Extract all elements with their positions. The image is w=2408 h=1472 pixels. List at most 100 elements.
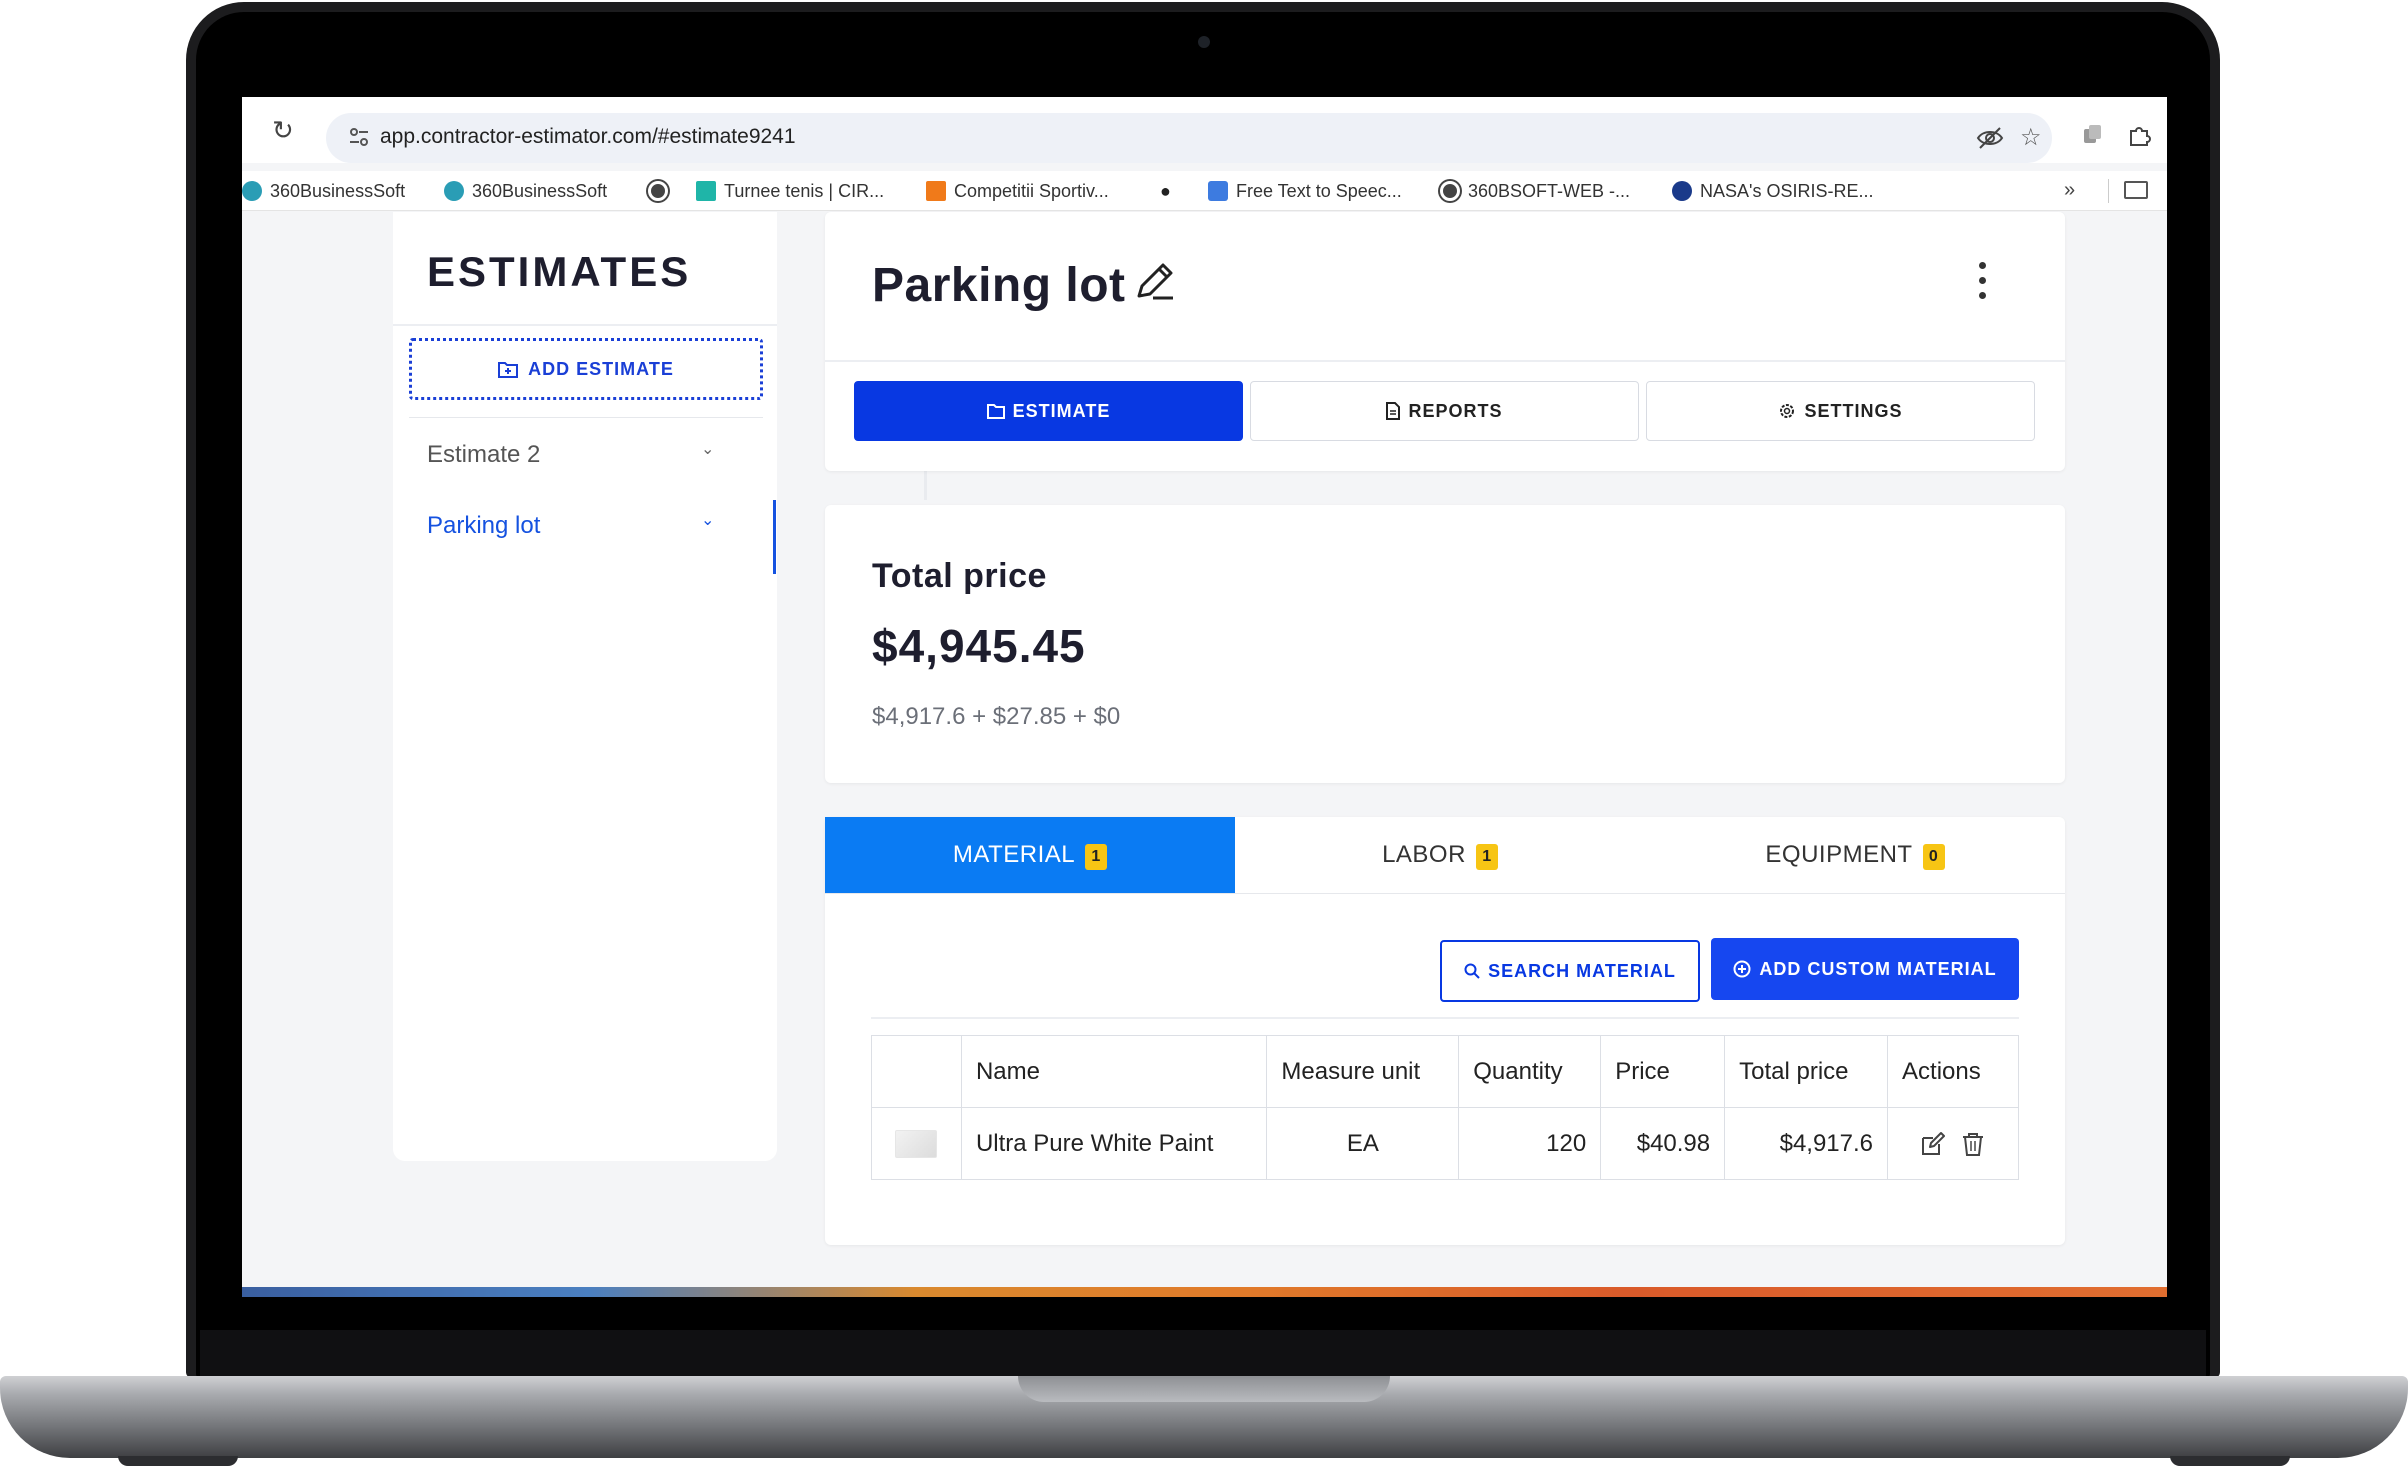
cost-items-card: MATERIAL 1 LABOR 1 EQUIPMENT 0 SEARCH MA… [825,817,2065,1245]
gear-icon [1780,404,1795,418]
bookmarks-divider [2108,179,2109,203]
tab-reports[interactable]: REPORTS [1250,381,1639,441]
tab-settings[interactable]: SETTINGS [1646,381,2035,441]
material-price: $40.98 [1600,1107,1726,1180]
url-text[interactable]: app.contractor-estimator.com/#estimate92… [380,125,796,149]
add-estimate-label: ADD ESTIMATE [528,358,674,379]
bookmark-item[interactable]: Turnee tenis | CIR... [696,179,884,203]
bookmark-star-icon[interactable]: ☆ [2020,125,2042,151]
column-header-measure-unit: Measure unit [1266,1035,1460,1108]
app-content: ESTIMATES ADD ESTIMATE Estimate 2 ⌄ Park… [242,212,2167,1287]
materials-table: Name Measure unit Quantity Price Total p… [871,1035,2019,1180]
total-price-breakdown: $4,917.6 + $27.85 + $0 [872,703,1121,730]
material-quantity: 120 [1458,1107,1602,1180]
bookmark-item[interactable]: Free Text to Speec... [1208,179,1402,203]
browser-toolbar: ↻ app.contractor-estimator.com/#estimate… [242,97,2167,163]
apple-icon: ● [1160,180,1171,201]
edit-icon[interactable] [1920,1131,1946,1157]
chevron-down-icon[interactable]: ⌄ [701,439,714,459]
plus-circle-icon [1733,960,1751,978]
divider [393,324,777,326]
material-unit: EA [1266,1107,1460,1180]
camera-icon [1198,36,1210,48]
bookmark-item[interactable]: ● [1160,179,1171,203]
sidebar-item-label: Estimate 2 [427,441,541,468]
folder-icon[interactable] [2124,181,2148,199]
laptop-foot-left [118,1456,238,1466]
bookmark-item[interactable] [648,179,668,203]
material-total: $4,917.6 [1724,1107,1889,1180]
column-header-name: Name [960,1035,1268,1108]
total-price-label: Total price [872,557,1047,595]
count-badge: 1 [1475,844,1498,870]
divider [825,360,2065,362]
divider [825,893,2065,894]
page-title: Parking lot [872,259,1126,312]
count-badge: 1 [1085,844,1108,870]
material-name: Ultra Pure White Paint [960,1107,1268,1180]
document-icon [1386,402,1401,420]
eye-off-icon[interactable] [1976,126,2004,150]
material-thumbnail [895,1129,938,1158]
edit-pencil-icon[interactable] [1133,260,1177,304]
sport-icon [926,181,946,201]
count-badge: 0 [1922,844,1945,870]
search-material-button[interactable]: SEARCH MATERIAL [1440,940,1700,1002]
n-logo-icon [1208,181,1228,201]
sidebar-item-label: Parking lot [427,512,541,539]
address-bar[interactable]: app.contractor-estimator.com/#estimate92… [326,113,2052,163]
chevron-down-icon[interactable]: ⌄ [701,510,714,530]
laptop-notch [1018,1376,1390,1402]
browser-window: ↻ app.contractor-estimator.com/#estimate… [242,97,2167,1287]
bookmark-item[interactable]: 360BusinessSoft [242,179,405,203]
bookmark-item[interactable]: 360BSOFT-WEB -... [1440,179,1630,203]
laptop-bezel-bottom [200,1330,2206,1376]
desktop-wallpaper-strip [242,1287,2167,1297]
material-thumbnail-cell [871,1107,962,1180]
extensions-icon[interactable] [2127,123,2151,147]
estimate-header-card: Parking lot ESTIMATE REPORTS SETTINGS [825,212,2065,471]
sidebar-item-parking-lot[interactable]: Parking lot ⌄ [427,506,727,546]
chevron-double-right-icon[interactable]: » [2064,179,2075,202]
sidebar-item-estimate-2[interactable]: Estimate 2 ⌄ [427,435,727,475]
extension-puzzle-icon[interactable] [2082,123,2104,145]
table-header-row: Name Measure unit Quantity Price Total p… [871,1035,2019,1108]
tennis-icon [696,181,716,201]
folder-icon [986,404,1005,419]
estimates-sidebar: ESTIMATES ADD ESTIMATE Estimate 2 ⌄ Park… [393,212,927,1161]
tab-equipment[interactable]: EQUIPMENT 0 [1645,817,2065,893]
column-header-quantity: Quantity [1458,1035,1602,1108]
column-header-actions: Actions [1887,1035,2019,1108]
bookmark-item[interactable]: 360BusinessSoft [444,179,607,203]
tab-material[interactable]: MATERIAL 1 [825,817,1235,893]
folder-plus-icon [498,362,519,378]
search-icon [1464,963,1480,979]
site-settings-icon[interactable] [348,126,370,148]
add-estimate-button[interactable]: ADD ESTIMATE [409,338,763,400]
trash-icon[interactable] [1960,1131,1986,1157]
bookmarks-bar: 360BusinessSoft 360BusinessSoft Turnee t… [242,171,2167,211]
globe-icon [648,181,668,201]
globe-icon [1440,181,1460,201]
column-header-image [871,1035,962,1108]
bookmark-item[interactable]: NASA's OSIRIS-RE... [1672,179,1873,203]
tab-labor[interactable]: LABOR 1 [1235,817,1645,893]
laptop-mockup: ↻ app.contractor-estimator.com/#estimate… [0,0,2408,1472]
table-row: Ultra Pure White Paint EA 120 $40.98 $4,… [871,1107,2019,1180]
total-price-value: $4,945.45 [872,620,1086,672]
reload-icon[interactable]: ↻ [272,117,294,143]
360businesssoft-icon [242,181,262,201]
total-price-card: Total price $4,945.45 $4,917.6 + $27.85 … [825,505,2065,783]
column-header-price: Price [1600,1035,1726,1108]
laptop-foot-right [2170,1456,2290,1466]
column-header-total-price: Total price [1724,1035,1889,1108]
bookmark-item[interactable]: Competitii Sportiv... [926,179,1109,203]
active-indicator [773,500,776,574]
tab-estimate[interactable]: ESTIMATE [854,381,1243,441]
divider [409,417,763,418]
add-custom-material-button[interactable]: ADD CUSTOM MATERIAL [1711,938,2019,1000]
sidebar-title: ESTIMATES [427,248,692,295]
more-options-icon[interactable] [1967,256,1997,306]
row-actions [1887,1107,2019,1180]
nasa-icon [1672,181,1692,201]
